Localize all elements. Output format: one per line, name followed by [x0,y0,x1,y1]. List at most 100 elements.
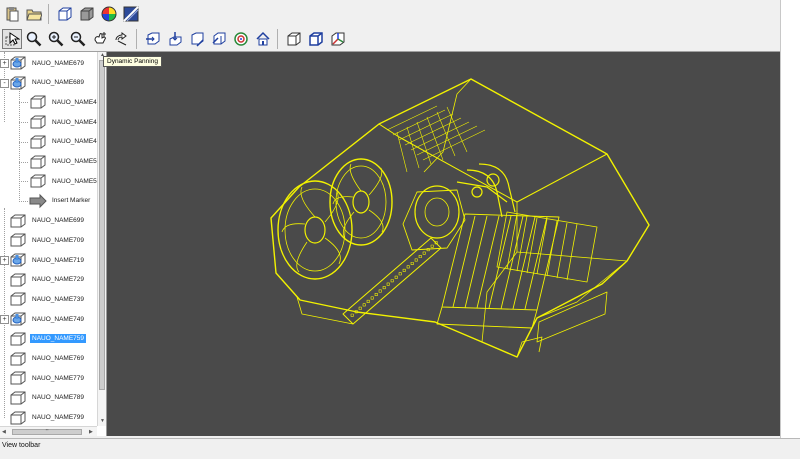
tree-node[interactable]: NAUO_NAME729 [9,271,86,289]
color-wheel-icon [101,6,117,21]
open-button[interactable] [24,4,44,24]
tree-vertical-scroll-thumb[interactable] [99,60,105,390]
expand-icon[interactable]: + [0,59,9,68]
tree-node[interactable]: NAUO_NAME739 [9,290,86,308]
box-icon [58,7,72,20]
view-toolbar [0,27,780,52]
scroll-left-arrow-icon[interactable]: ◀ [2,429,6,435]
tree-line [4,208,5,418]
collapse-icon[interactable]: - [0,78,9,88]
solid-box-button[interactable] [77,4,97,24]
zoom-button[interactable] [24,29,44,49]
shaded-button[interactable] [306,29,326,49]
zoom-out-button[interactable] [68,29,88,49]
part-icon [30,155,46,168]
expand-icon[interactable]: + [0,315,9,325]
zoom-in-icon [48,31,64,47]
shaded-cube-icon [309,32,323,46]
tree-node[interactable]: NAUO_NAME479 [29,93,106,111]
tree-node[interactable]: NAUO_NAME749 [9,310,86,328]
select-button[interactable] [2,29,22,49]
tree-line [19,141,28,143]
wireframe-button[interactable] [284,29,304,49]
side-panel-edge [536,260,628,319]
tree-node[interactable]: NAUO_NAME509 [29,153,106,171]
view-iso-button[interactable] [231,29,251,49]
part-icon [10,214,26,228]
tree-node[interactable]: NAUO_NAME779 [9,369,86,387]
wireframe-cube-icon [287,32,301,46]
blower-housing [414,185,460,239]
view-side-button[interactable] [187,29,207,49]
assembly-icon [10,253,26,267]
wireframe-model[interactable] [107,52,780,436]
view-side-icon [191,32,204,47]
insert-marker-arrow-icon [29,193,47,209]
filter-strip [342,237,442,325]
tree-horizontal-scroll-thumb[interactable]: ''' [12,429,82,435]
tree-node[interactable]: NAUO_NAME799 [9,409,86,427]
blower-wheel [424,197,450,227]
tree-node-label: NAUO_NAME749 [32,315,85,323]
tree-node[interactable]: NAUO_NAME719 [9,251,86,269]
3d-viewport[interactable] [107,52,780,436]
pipe-network [456,163,516,218]
scroll-right-arrow-icon[interactable]: ▶ [89,429,93,435]
right-window-edge [780,0,800,438]
tree-node[interactable]: NAUO_NAME689 [9,74,86,92]
tree-node[interactable]: NAUO_NAME699 [9,212,86,230]
mount-foot [516,336,543,358]
expand-icon[interactable]: + [0,256,9,265]
tree-node[interactable]: NAUO_NAME489 [29,113,106,131]
tree-node-label: NAUO_NAME679 [32,59,85,67]
tree-node[interactable]: NAUO_NAME709 [9,231,86,249]
box-button[interactable] [55,4,75,24]
view-top-button[interactable] [165,29,185,49]
dynamic-pan-button[interactable] [90,29,110,49]
scroll-down-arrow-icon[interactable]: ▼ [100,418,105,424]
view-front-button[interactable] [143,29,163,49]
tree-node[interactable]: NAUO_NAME769 [9,350,86,368]
part-icon [30,115,46,129]
fan-left-hub [304,216,326,244]
tree-vertical-scrollbar[interactable]: ▲ ▼ [97,52,106,426]
radiator-core [496,211,598,283]
part-icon [30,174,46,188]
tree-node-label: NAUO_NAME769 [32,355,85,362]
toolbar-separator [48,3,49,24]
tree-node-label: NAUO_NAME699 [32,217,85,225]
tree-node[interactable]: NAUO_NAME499 [29,133,106,151]
view-top-icon [169,32,182,46]
tree-node-label: Insert Marker [52,197,91,205]
render-button[interactable] [121,4,141,24]
paste-button[interactable] [2,4,22,24]
tree-horizontal-scrollbar[interactable]: ◀ ''' ▶ [0,426,97,436]
tree-node-label: NAUO_NAME789 [32,394,85,402]
part-icon [10,292,26,306]
home-view-button[interactable] [253,29,273,49]
fan-right-blades [332,163,384,239]
tree-node[interactable]: NAUO_NAME519 [29,172,106,190]
view-back-button[interactable] [209,29,229,49]
tree-node-label: NAUO_NAME719 [32,256,85,264]
tree-node-label: NAUO_NAME689 [32,79,85,87]
part-icon [10,352,26,365]
part-icon [10,233,26,247]
zoom-in-button[interactable] [46,29,66,49]
color-button[interactable] [99,4,119,24]
tree-node[interactable]: NAUO_NAME759 [9,330,87,348]
tree-node[interactable]: Insert Marker [29,192,92,210]
assembly-icon [10,76,26,90]
tree-line [19,181,28,183]
tree-node[interactable]: NAUO_NAME789 [9,389,86,407]
tree-node[interactable]: NAUO_NAME679 [9,54,86,72]
tree-node-label: NAUO_NAME709 [32,236,85,244]
axis-button[interactable] [328,29,348,49]
part-icon [10,371,26,385]
assembly-icon [10,312,26,326]
fan-right-rim [329,158,393,246]
home-view-icon [256,31,270,46]
part-icon [10,332,26,346]
filter-perforations [350,241,438,317]
dynamic-rotate-button[interactable] [112,29,132,49]
